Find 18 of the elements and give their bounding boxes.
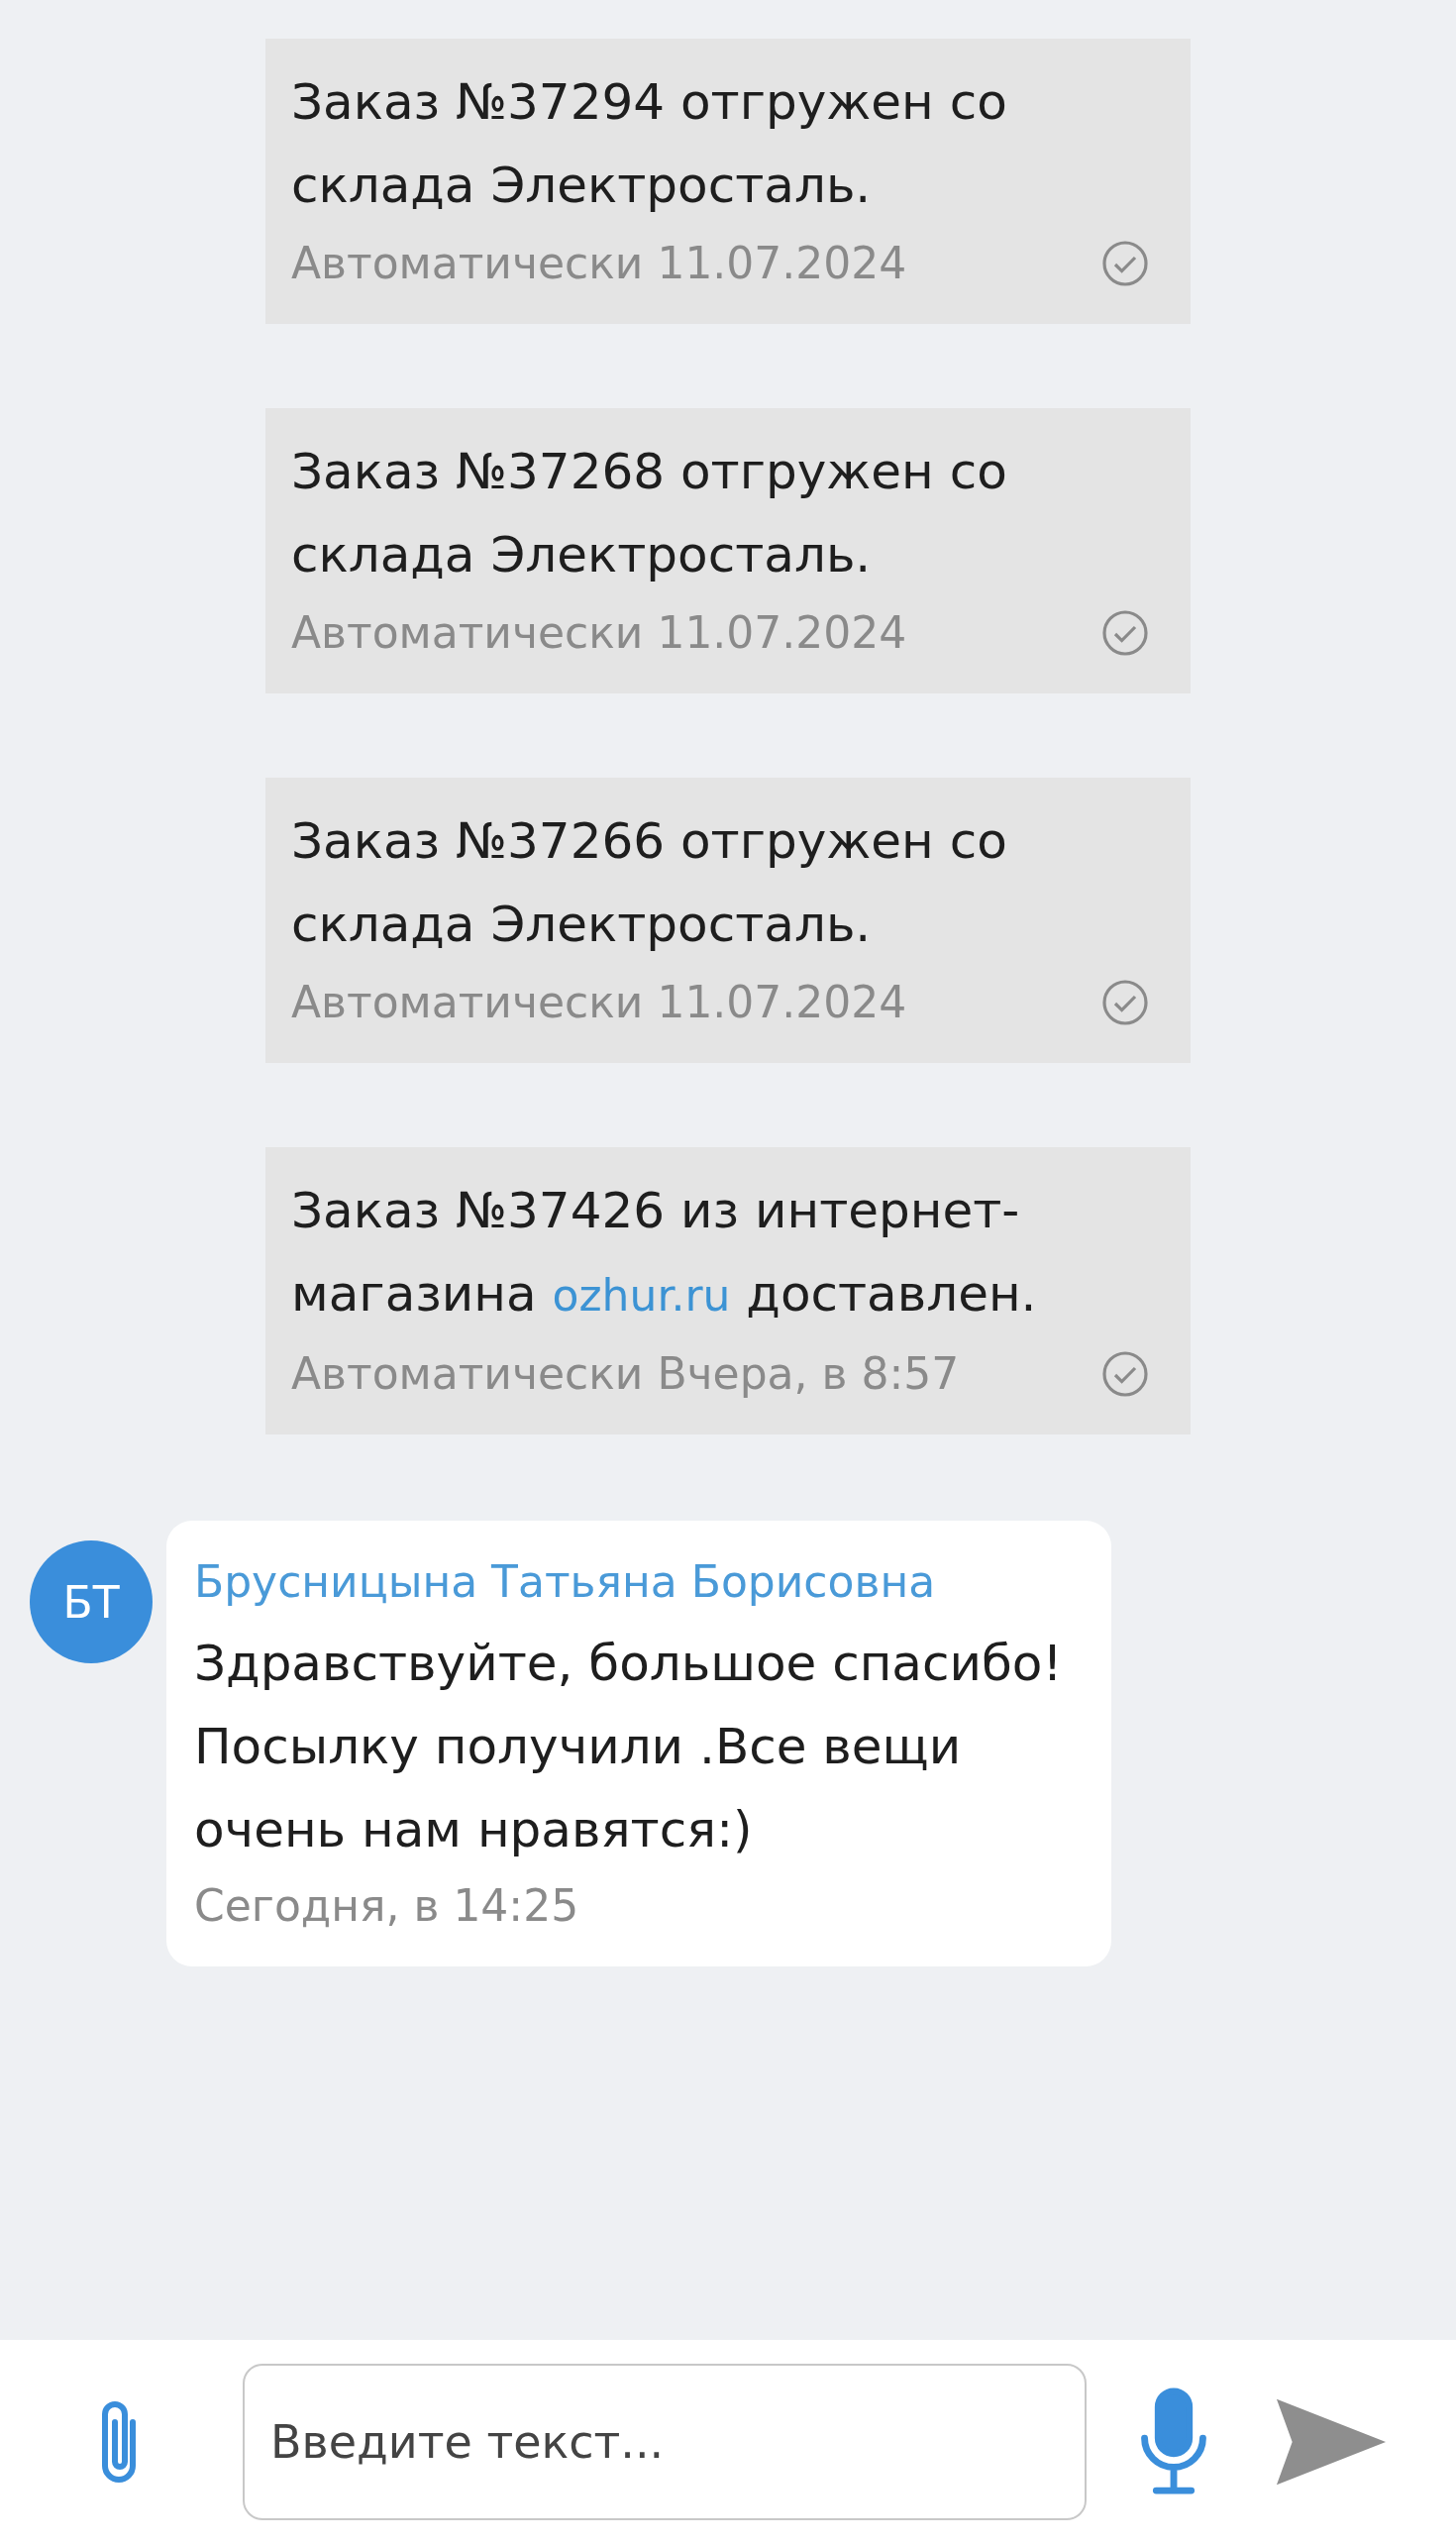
message-text: Заказ №37268 отгружен со склада Электросталь. [291,442,1008,585]
message-meta: Автоматически 11.07.2024 [291,237,907,290]
message-meta: Автоматически 11.07.2024 [291,606,907,660]
message-text: Здравствуйте, большое спасибо! Посылку получили .Все вещи очень нам нравятся:) [194,1634,1064,1860]
avatar: БТ [30,1540,153,1663]
check-circle-icon [1101,609,1149,657]
shop-link[interactable]: ozhur.ru [552,1270,731,1321]
message-text: Заказ №37266 отгружен со склада Электросталь. [291,811,1008,955]
message-text: Заказ №37426 из интернет-магазина ozhur.ru доставлен. [291,1181,1038,1325]
check-circle-icon [1101,979,1149,1026]
message-text: Заказ №37294 отгружен со склада Электросталь. [291,72,1008,216]
message-input[interactable]: Введите текст... [243,2364,1087,2520]
message-time: Сегодня, в 14:25 [194,1879,580,1933]
check-circle-icon [1101,240,1149,287]
message-meta: Автоматически Вчера, в 8:57 [291,1347,960,1401]
sender-name: Брусницына Татьяна Борисовна [194,1555,937,1609]
check-circle-icon [1101,1350,1149,1398]
message-meta: Автоматически 11.07.2024 [291,976,907,1029]
